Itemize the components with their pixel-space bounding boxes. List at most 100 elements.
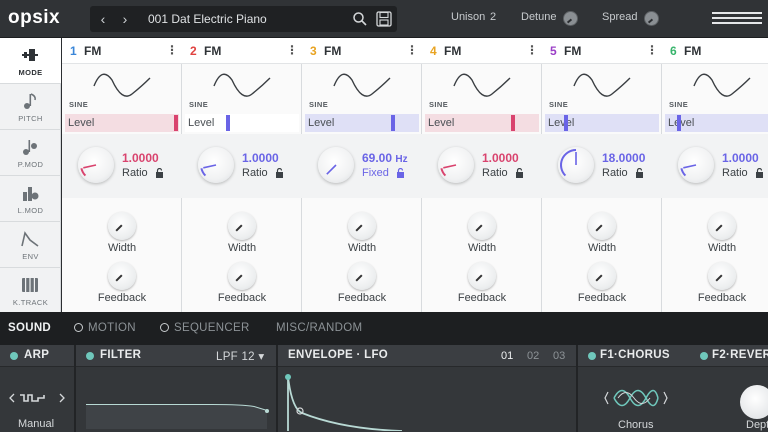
frequency-mode[interactable]: Ratio: [242, 167, 268, 179]
frequency-value[interactable]: 69.00 Hz: [362, 151, 408, 165]
nav-item-pitch[interactable]: PITCH: [0, 84, 61, 130]
feedback-knob[interactable]: [348, 262, 376, 290]
envelope-tab-01[interactable]: 01: [501, 350, 513, 362]
filter-curve-graph[interactable]: [82, 373, 272, 429]
feedback-knob[interactable]: [228, 262, 256, 290]
frequency-knob[interactable]: [198, 147, 234, 183]
chorus-wave-icon[interactable]: [604, 383, 668, 413]
sine-wave-icon[interactable]: [332, 72, 392, 100]
preset-name[interactable]: 001 Dat Electric Piano: [148, 6, 267, 32]
nav-item-ktrack[interactable]: K.TRACK: [0, 268, 61, 314]
sine-wave-icon[interactable]: [212, 72, 272, 100]
menu-icon[interactable]: [712, 12, 762, 26]
nav-item-lmod[interactable]: L.MOD: [0, 176, 61, 222]
frequency-value[interactable]: 1.0000: [722, 151, 759, 165]
level-slider[interactable]: Level: [305, 114, 419, 132]
frequency-value[interactable]: 18.0000: [602, 151, 645, 165]
level-handle[interactable]: [677, 115, 681, 131]
unison-value[interactable]: 2: [490, 11, 496, 23]
feedback-knob[interactable]: [108, 262, 136, 290]
save-icon[interactable]: [375, 10, 393, 28]
frequency-mode[interactable]: Ratio: [722, 167, 748, 179]
width-knob[interactable]: [468, 212, 496, 240]
operator-type[interactable]: FM: [204, 44, 221, 58]
arp-power-led[interactable]: [10, 352, 18, 360]
lock-icon[interactable]: [635, 168, 644, 178]
frequency-value[interactable]: 1.0000: [122, 151, 159, 165]
arp-pattern-icon[interactable]: [8, 391, 66, 405]
lock-icon[interactable]: [755, 168, 764, 178]
spread-knob[interactable]: [644, 11, 659, 26]
preset-selector[interactable]: ‹ › 001 Dat Electric Piano: [90, 6, 397, 32]
lock-icon[interactable]: [396, 168, 405, 178]
width-knob[interactable]: [348, 212, 376, 240]
filter-power-led[interactable]: [86, 352, 94, 360]
sine-wave-icon[interactable]: [92, 72, 152, 100]
frequency-knob[interactable]: [558, 147, 594, 183]
frequency-mode[interactable]: Ratio: [602, 167, 628, 179]
more-options-icon[interactable]: ⋮: [166, 43, 178, 57]
tab-sound[interactable]: SOUND: [8, 322, 51, 334]
nav-item-mode[interactable]: MODE: [0, 38, 61, 84]
level-slider[interactable]: Level: [425, 114, 539, 132]
sine-wave-icon[interactable]: [572, 72, 632, 100]
search-icon[interactable]: [352, 11, 368, 27]
more-options-icon[interactable]: ⋮: [286, 43, 298, 57]
lock-icon[interactable]: [155, 168, 164, 178]
envelope-tab-03[interactable]: 03: [553, 350, 565, 362]
frequency-knob[interactable]: [438, 147, 474, 183]
width-knob[interactable]: [228, 212, 256, 240]
envelope-graph[interactable]: [282, 369, 574, 431]
operator-type[interactable]: FM: [684, 44, 701, 58]
more-options-icon[interactable]: ⋮: [406, 43, 418, 57]
level-handle[interactable]: [226, 115, 230, 131]
tab-sequencer[interactable]: SEQUENCER: [160, 322, 250, 334]
frequency-knob[interactable]: [318, 147, 354, 183]
f2-power-led[interactable]: [700, 352, 708, 360]
frequency-value[interactable]: 1.0000: [482, 151, 519, 165]
frequency-value[interactable]: 1.0000: [242, 151, 279, 165]
feedback-knob[interactable]: [468, 262, 496, 290]
detune-knob[interactable]: [563, 11, 578, 26]
width-knob[interactable]: [708, 212, 736, 240]
f1-power-led[interactable]: [588, 352, 596, 360]
level-slider[interactable]: Level: [65, 114, 179, 132]
level-handle[interactable]: [174, 115, 178, 131]
feedback-knob[interactable]: [588, 262, 616, 290]
frequency-mode[interactable]: Ratio: [482, 167, 508, 179]
tab-misc-random[interactable]: MISC/RANDOM: [276, 322, 362, 334]
lock-icon[interactable]: [275, 168, 284, 178]
envelope-tab-02[interactable]: 02: [527, 350, 539, 362]
operator-type[interactable]: FM: [564, 44, 581, 58]
width-knob[interactable]: [588, 212, 616, 240]
operator-type[interactable]: FM: [84, 44, 101, 58]
chevron-right-icon[interactable]: ›: [114, 6, 136, 32]
frequency-mode[interactable]: Fixed: [362, 167, 389, 179]
more-options-icon[interactable]: ⋮: [646, 43, 658, 57]
power-icon[interactable]: [160, 323, 169, 332]
more-options-icon[interactable]: ⋮: [526, 43, 538, 57]
chevron-left-icon[interactable]: ‹: [92, 6, 114, 32]
filter-type-select[interactable]: LPF 12 ▾: [216, 349, 264, 363]
lock-icon[interactable]: [515, 168, 524, 178]
level-handle[interactable]: [391, 115, 395, 131]
f1-title[interactable]: F1·CHORUS: [600, 349, 670, 361]
power-icon[interactable]: [74, 323, 83, 332]
tab-motion[interactable]: MOTION: [74, 322, 136, 334]
feedback-knob[interactable]: [708, 262, 736, 290]
frequency-mode[interactable]: Ratio: [122, 167, 148, 179]
level-slider[interactable]: Level: [185, 114, 299, 132]
frequency-knob[interactable]: [678, 147, 714, 183]
sine-wave-icon[interactable]: [692, 72, 752, 100]
level-handle[interactable]: [564, 115, 568, 131]
nav-item-pmod[interactable]: P.MOD: [0, 130, 61, 176]
frequency-knob[interactable]: [78, 147, 114, 183]
level-handle[interactable]: [511, 115, 515, 131]
operator-type[interactable]: FM: [324, 44, 341, 58]
f2-title[interactable]: F2·REVERB: [712, 349, 768, 361]
level-slider[interactable]: Level: [665, 114, 768, 132]
level-slider[interactable]: Level: [545, 114, 659, 132]
sine-wave-icon[interactable]: [452, 72, 512, 100]
arp-mode[interactable]: Manual: [18, 418, 54, 430]
width-knob[interactable]: [108, 212, 136, 240]
